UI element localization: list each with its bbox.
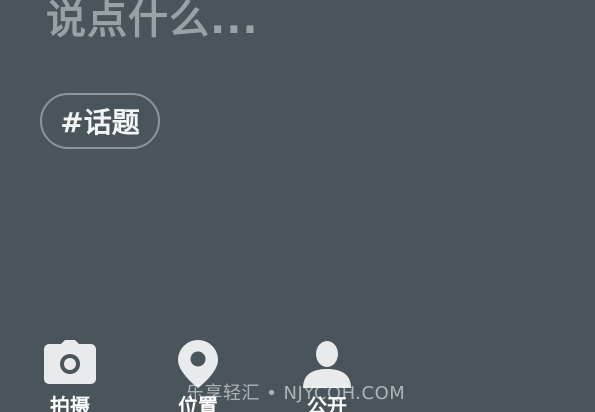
post-text-input[interactable]: 说点什么... <box>46 0 259 48</box>
compose-screen: 说点什么... #话题 拍摄 位置 公开 乐享轻汇 • NJYCQH.COM <box>0 0 595 412</box>
camera-button[interactable]: 拍摄 <box>30 336 110 412</box>
topic-button[interactable]: #话题 <box>40 93 160 149</box>
watermark-text: 乐享轻汇 • NJYCQH.COM <box>186 383 406 404</box>
camera-icon <box>44 340 96 384</box>
camera-label: 拍摄 <box>50 394 90 412</box>
